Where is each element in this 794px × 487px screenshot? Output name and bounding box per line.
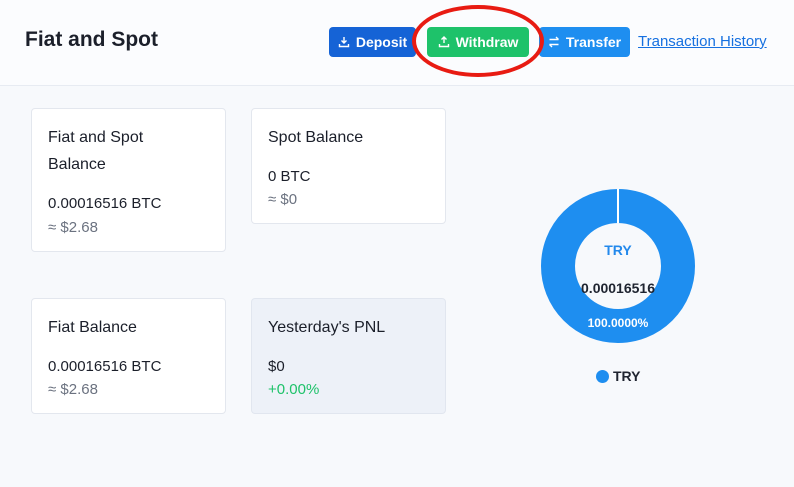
withdraw-label: Withdraw xyxy=(455,34,519,50)
balance-value: 0.00016516 BTC xyxy=(48,195,162,212)
pnl-value: $0 xyxy=(268,358,285,375)
page-title: Fiat and Spot xyxy=(25,28,158,51)
withdraw-button[interactable]: Withdraw xyxy=(427,27,529,57)
balance-usd: ≈ $2.68 xyxy=(48,381,98,398)
pnl-change: +0.00% xyxy=(268,381,320,398)
donut-slice-label: 100.0000% xyxy=(587,316,649,330)
donut-center-label: TRY xyxy=(604,242,632,258)
card-title: Fiat and Spot xyxy=(48,129,144,146)
deposit-button[interactable]: Deposit xyxy=(329,27,416,57)
card-title: Yesterday's PNL xyxy=(268,319,386,336)
legend-dot xyxy=(596,369,609,383)
card-title: Fiat Balance xyxy=(48,319,137,336)
swap-arrows-icon xyxy=(548,36,559,48)
balance-usd: ≈ $0 xyxy=(268,191,298,208)
spot-balance-card: Spot Balance 0 BTC ≈ $0 xyxy=(251,108,446,224)
fiat-balance-card: Fiat Balance 0.00016516 BTC ≈ $2.68 xyxy=(31,298,226,414)
deposit-label: Deposit xyxy=(355,34,408,50)
yesterday-pnl-card: Yesterday's PNL $0 +0.00% xyxy=(251,298,446,414)
balance-value: 0 BTC xyxy=(268,168,311,185)
legend-label: TRY xyxy=(613,368,641,384)
transfer-button[interactable]: Transfer xyxy=(539,27,630,57)
page-header: Fiat and Spot Deposit Withdraw Transfer … xyxy=(0,0,794,86)
card-title: Spot Balance xyxy=(268,129,364,146)
transaction-history-link[interactable]: Transaction History xyxy=(638,33,767,50)
upload-icon xyxy=(438,36,449,48)
asset-donut-chart: TRY 0.00016516 100.0000% xyxy=(540,188,696,344)
balance-value: 0.00016516 BTC xyxy=(48,358,162,375)
balance-usd: ≈ $2.68 xyxy=(48,219,98,236)
chart-legend: TRY xyxy=(596,368,640,384)
transfer-label: Transfer xyxy=(565,34,622,50)
donut-center-value: 0.00016516 xyxy=(581,280,655,296)
download-icon xyxy=(338,37,350,48)
fiat-spot-balance-card: Fiat and Spot Balance 0.00016516 BTC ≈ $… xyxy=(31,108,226,252)
donut-slice-try xyxy=(541,189,695,343)
card-title-line2: Balance xyxy=(48,156,106,173)
